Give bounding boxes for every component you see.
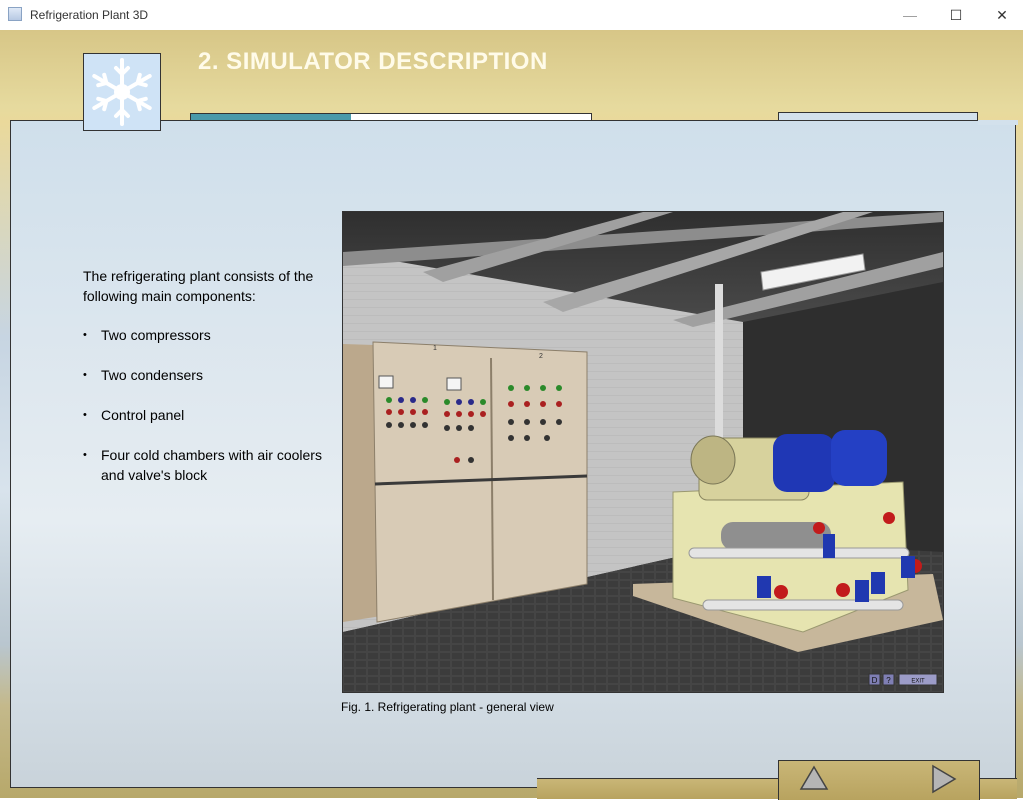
panel-label-2: 2 xyxy=(539,353,543,360)
next-button[interactable] xyxy=(931,764,957,799)
page-title: 2. SIMULATOR DESCRIPTION xyxy=(198,48,548,75)
progress-fill xyxy=(191,114,351,120)
list-item: Control panel xyxy=(83,405,323,425)
exit-button-label: EXIT xyxy=(911,679,925,685)
motor-1 xyxy=(773,434,835,492)
app-icon xyxy=(8,7,22,21)
pipe xyxy=(688,547,910,559)
motor-2 xyxy=(831,430,887,486)
list-item: Four cold chambers with air coolers and … xyxy=(83,445,323,485)
panel-notch-fill xyxy=(978,120,1018,125)
snowflake-icon xyxy=(92,58,152,126)
list-item: Two compressors xyxy=(83,325,323,345)
minimize-button[interactable]: — xyxy=(887,0,933,30)
plant-3d-view[interactable]: 1 2 D ? EXIT xyxy=(342,211,944,693)
snowflake-logo xyxy=(83,53,161,131)
component-list: Two compressors Two condensers Control p… xyxy=(83,325,323,505)
progress-bar xyxy=(190,113,592,121)
maximize-button[interactable]: ☐ xyxy=(933,0,979,30)
window-title: Refrigeration Plant 3D xyxy=(30,8,149,22)
list-item: Two condensers xyxy=(83,365,323,385)
plant-illustration: 1 2 D ? EXIT xyxy=(343,212,943,692)
help-button-label: ? xyxy=(886,676,891,685)
d-button-label: D xyxy=(872,676,878,685)
close-button[interactable]: ✕ xyxy=(979,0,1023,30)
compressor-flywheel xyxy=(690,435,736,485)
intro-text: The refrigerating plant consists of the … xyxy=(83,268,314,304)
right-triangle-icon xyxy=(932,764,957,794)
up-button[interactable] xyxy=(799,765,829,796)
figure-caption: Fig. 1. Refrigerating plant - general vi… xyxy=(341,700,554,714)
pipe xyxy=(702,599,904,611)
up-triangle-icon xyxy=(799,765,829,790)
panel-label-1: 1 xyxy=(433,345,437,352)
window-titlebar: Refrigeration Plant 3D — ☐ ✕ xyxy=(0,0,1023,31)
